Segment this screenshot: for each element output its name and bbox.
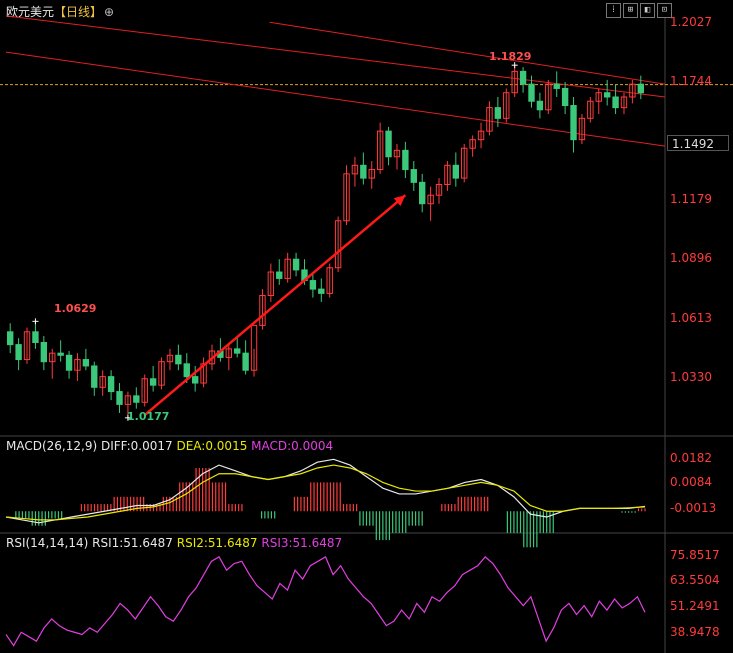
rsi2-value: RSI2:51.6487	[176, 536, 258, 550]
candle-body	[553, 83, 560, 89]
macd-tick: 0.0182	[670, 451, 712, 465]
candle-body	[570, 105, 577, 141]
rsi1-value: RSI1:51.6487	[92, 536, 173, 550]
candle-body	[15, 344, 22, 361]
candle-body	[276, 271, 283, 279]
price-tick: 1.2027	[670, 15, 712, 29]
candle-body	[637, 83, 644, 94]
price-plot	[0, 15, 733, 421]
macd-plot	[5, 458, 646, 548]
channel-line	[269, 21, 666, 85]
price-tick: 1.0896	[670, 251, 712, 265]
rsi-line	[5, 556, 646, 647]
rsi-plot	[5, 556, 646, 647]
candle-body	[242, 352, 249, 371]
macd-dea-value: DEA:0.0015	[176, 439, 248, 453]
candle-body	[57, 352, 64, 356]
current-price-tag: 1.1492	[667, 135, 729, 151]
price-tick: 1.0330	[670, 370, 712, 384]
candle-body	[234, 348, 241, 354]
candle-body	[149, 378, 157, 386]
price-tick: 1.0613	[670, 311, 712, 325]
price-tick: 1.1179	[670, 192, 712, 206]
candle-body	[452, 164, 460, 179]
macd-tick: 0.0084	[670, 475, 712, 489]
candle-body	[536, 100, 544, 111]
macd-macd-value: MACD:0.0004	[251, 439, 334, 453]
candle-body	[410, 169, 417, 183]
candle-body	[292, 258, 300, 271]
rsi-tick: 75.8517	[670, 548, 720, 562]
candle-body	[309, 280, 317, 290]
candle-body	[519, 70, 527, 85]
rsi-tick: 38.9478	[670, 625, 720, 639]
candle-body	[419, 181, 426, 205]
candle-body	[561, 87, 569, 107]
candle-body	[528, 83, 535, 102]
candle-body	[175, 354, 182, 365]
chart-canvas[interactable]	[0, 0, 733, 653]
high-annotation: 1.1829	[489, 50, 532, 63]
candle-body	[183, 363, 190, 378]
candle-body	[133, 395, 140, 403]
candle-body	[116, 391, 123, 405]
rsi3-value: RSI3:51.6487	[261, 536, 343, 550]
macd-diff-value: DIFF:0.0017	[100, 439, 173, 453]
candle-body	[612, 96, 619, 109]
early-high-annotation: 1.0629	[54, 302, 97, 315]
price-tick: 1.1744	[670, 74, 712, 88]
candle-body	[385, 130, 392, 158]
rsi-name: RSI(14,14,14)	[6, 536, 89, 550]
candle-body	[7, 331, 14, 346]
rsi-legend: RSI(14,14,14) RSI1:51.6487 RSI2:51.6487 …	[6, 536, 342, 550]
rsi-tick: 63.5504	[670, 573, 720, 587]
macd-tick: -0.0013	[670, 501, 717, 515]
candle-body	[191, 376, 199, 384]
candle-body	[360, 164, 367, 179]
macd-legend: MACD(26,12,9) DIFF:0.0017 DEA:0.0015 MAC…	[6, 439, 333, 453]
macd-name: MACD(26,12,9)	[6, 439, 98, 453]
candle-body	[40, 341, 48, 363]
candle-body	[82, 359, 90, 367]
rsi-tick: 51.2491	[670, 599, 720, 613]
candle-body	[32, 331, 39, 343]
candle-body	[318, 288, 325, 294]
candle-body	[91, 365, 98, 388]
candle-body	[494, 107, 502, 119]
candle-body	[107, 376, 115, 393]
candle-body	[65, 354, 73, 371]
candle-body	[603, 92, 611, 98]
macd-diff-line	[5, 458, 646, 524]
low-annotation: 1.0177	[127, 410, 170, 423]
trend-arrow	[143, 194, 407, 417]
candle-body	[402, 149, 409, 171]
